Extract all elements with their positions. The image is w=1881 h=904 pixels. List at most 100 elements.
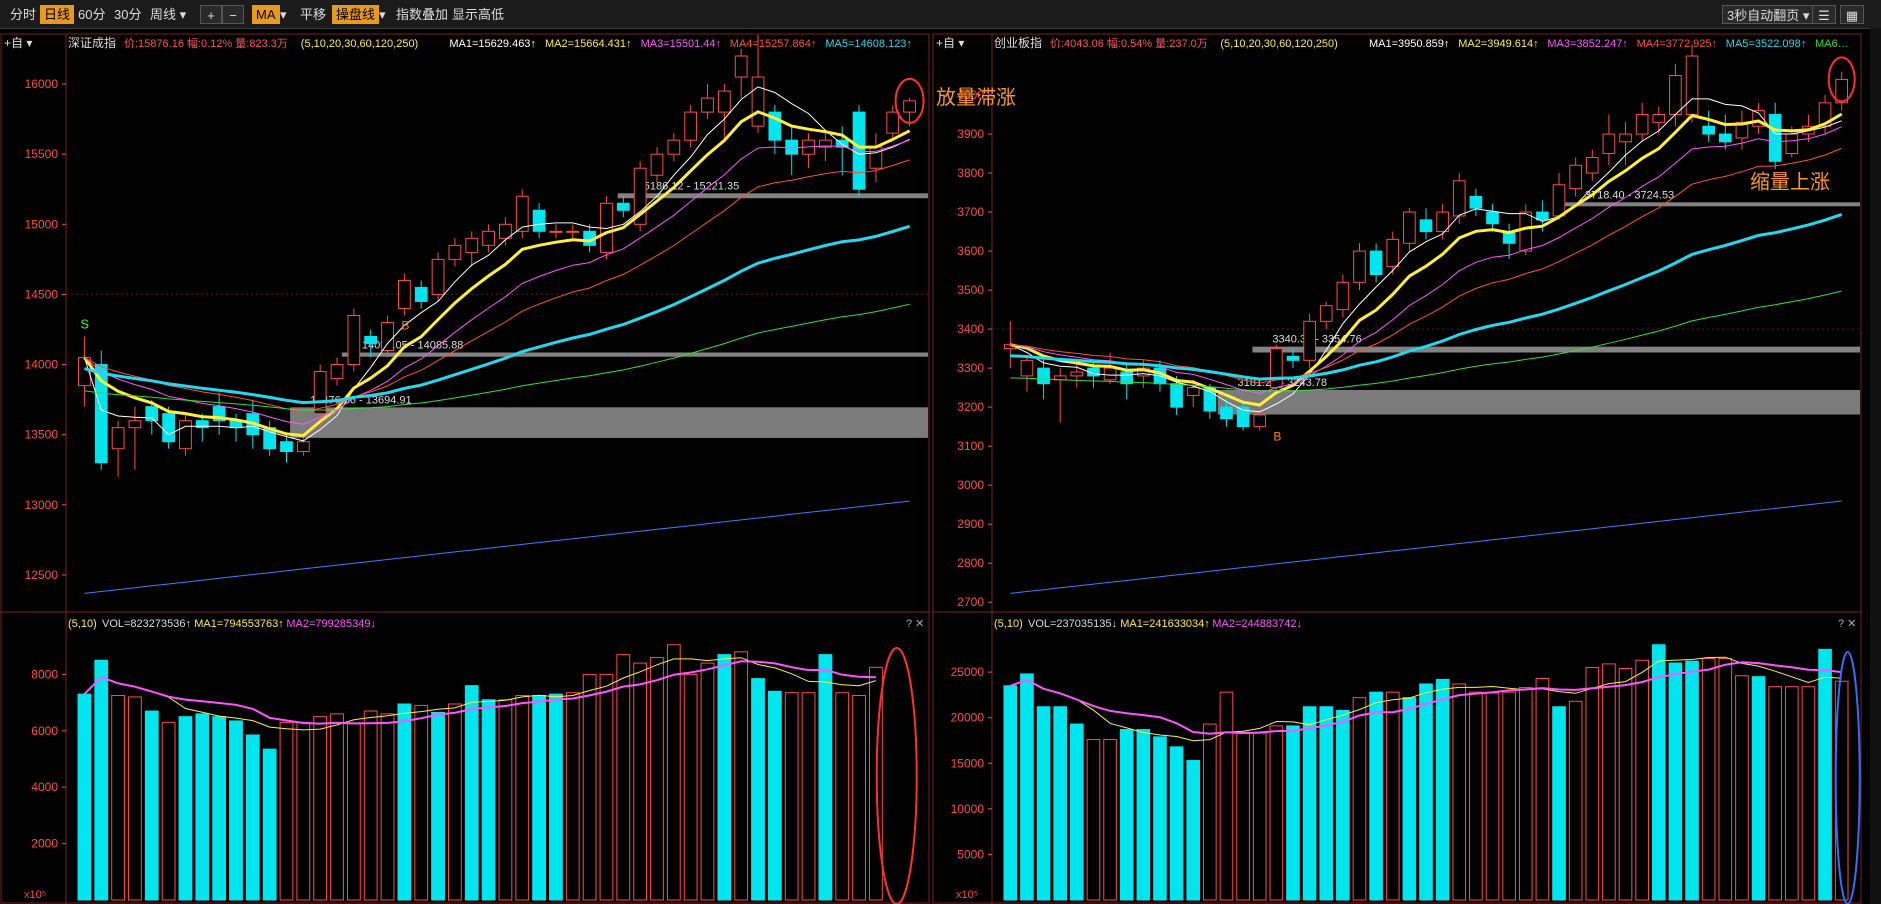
- volume-bar: [1635, 659, 1649, 901]
- chevron-down-icon[interactable]: ▾: [276, 5, 291, 24]
- show-high-low-button[interactable]: 显示高低: [448, 5, 508, 24]
- tab-30min[interactable]: 30分: [110, 5, 145, 24]
- ma-value-3: MA3=3852.247↑: [1547, 38, 1627, 50]
- candle: [1702, 125, 1715, 135]
- volume-bar: [262, 748, 277, 901]
- zoom-in-button[interactable]: +: [200, 5, 222, 24]
- volume-bar: [448, 703, 462, 901]
- volume-bar: [1003, 685, 1018, 901]
- vol-value-1: VOL=237035135↓: [1028, 618, 1117, 630]
- candle: [549, 230, 563, 233]
- volume-bar: [1336, 709, 1350, 901]
- candle: [1452, 180, 1466, 217]
- support-zone: [290, 407, 928, 438]
- volume-bar: [1186, 760, 1201, 901]
- volume-bar: [1701, 657, 1716, 901]
- candle: [1652, 114, 1666, 123]
- candle: [1170, 383, 1183, 408]
- candle: [280, 441, 293, 453]
- volume-bar: [1269, 725, 1284, 901]
- index-overlay-button[interactable]: 指数叠加: [392, 5, 452, 24]
- support-zone: [1217, 389, 1860, 415]
- volume-bar: [77, 693, 92, 901]
- ma-value-1: MA1=15629.463↑: [449, 38, 536, 50]
- panel-menu-button[interactable]: +自 ▾: [936, 36, 964, 50]
- chevron-down-icon[interactable]: ▾: [375, 5, 390, 24]
- candle: [1619, 133, 1632, 143]
- volume-bar: [178, 716, 193, 901]
- vol-value-3: MA2=244883742↓: [1212, 618, 1302, 630]
- y-tick-label: 15000: [25, 217, 59, 231]
- vol-params: (5,10): [994, 618, 1023, 630]
- ma-line-5: [84, 224, 911, 405]
- ma-value-5: MA5=3522.098↑: [1726, 38, 1806, 50]
- ma-line-6: [1010, 290, 1842, 392]
- support-zone: [1252, 346, 1860, 353]
- volume-bar: [1768, 686, 1782, 901]
- candle: [684, 111, 698, 141]
- ma-value-2: MA2=15664.431↑: [545, 38, 632, 50]
- grid-icon[interactable]: ▦: [1840, 5, 1864, 24]
- panel-menu-button[interactable]: +自 ▾: [4, 36, 32, 50]
- tab-minute[interactable]: 分时: [6, 5, 40, 24]
- candle: [1718, 133, 1732, 143]
- volume-bar: [1352, 697, 1367, 901]
- volume-bar: [1651, 644, 1666, 901]
- candle: [1286, 355, 1300, 361]
- vol-unit: x10⁵: [24, 889, 46, 901]
- ma-params: (5,10,20,30,60,120,250): [301, 38, 418, 50]
- toolbar: 分时 日线 60分 30分 周线 ▾ + − MA ▾ 平移 操盘线 ▾ 指数叠…: [0, 0, 1881, 29]
- candle: [414, 286, 428, 302]
- price-label: 价:4043.06 幅:0.54% 量:237.0万: [1050, 37, 1208, 50]
- volume-bar: [650, 656, 664, 901]
- tab-weekly[interactable]: 周线 ▾: [146, 5, 190, 24]
- volume-bar: [1552, 706, 1566, 901]
- ma-value-6: MA6…: [1815, 38, 1849, 50]
- volume-bar: [1585, 667, 1600, 901]
- chart-area: +自 ▾ 深证成指 价:15876.16 幅:0.12% 量:823.3万 (5,10…: [0, 28, 1862, 904]
- chart-panel-1: +自 ▾ 深证成指 价:15876.16 幅:0.12% 量:823.3万 (5,10…: [0, 28, 930, 904]
- candle: [616, 202, 630, 211]
- volume-bar: [784, 692, 799, 901]
- zoom-out-button[interactable]: −: [222, 5, 244, 24]
- candle: [566, 230, 580, 233]
- y-tick-label: 2900: [957, 517, 984, 531]
- tab-60min[interactable]: 60分: [74, 5, 109, 24]
- volume-bar: [683, 673, 698, 901]
- volume-bar: [313, 716, 328, 901]
- candle: [1602, 133, 1616, 155]
- auto-page-select[interactable]: 3秒自动翻页 ▾: [1722, 5, 1815, 24]
- candle: [128, 420, 142, 429]
- main-chart-select[interactable]: 操盘线: [332, 5, 380, 24]
- vol-value-1: VOL=823273536↑: [102, 618, 191, 630]
- vol-tick-label: 20000: [951, 711, 985, 725]
- volume-bar: [515, 695, 530, 901]
- volume-bar: [633, 662, 648, 901]
- candle: [162, 413, 176, 443]
- ma-line-7: [1010, 500, 1842, 594]
- volume-bar: [1319, 706, 1334, 901]
- vol-close-icon[interactable]: ? ✕: [906, 618, 924, 630]
- candle: [1386, 238, 1400, 268]
- ma-value-1: MA1=3950.859↑: [1369, 38, 1449, 50]
- candle: [1519, 211, 1533, 252]
- list-icon[interactable]: ☰: [1812, 5, 1836, 24]
- volume-bar: [1402, 697, 1417, 901]
- volume-bar: [1136, 729, 1151, 901]
- candle: [1369, 250, 1383, 275]
- y-tick-label: 14500: [25, 287, 59, 301]
- candle: [111, 427, 125, 450]
- tab-daily[interactable]: 日线: [40, 5, 75, 24]
- pan-button[interactable]: 平移: [296, 5, 330, 24]
- volume-bar: [1618, 667, 1633, 901]
- annotation-text: 缩量上涨: [1750, 171, 1830, 194]
- vol-close-icon[interactable]: ? ✕: [1838, 618, 1856, 630]
- candle: [886, 111, 900, 134]
- volume-bar: [1452, 683, 1467, 901]
- candle: [717, 90, 731, 113]
- volume-bar: [1036, 706, 1051, 901]
- volume-bar: [1086, 739, 1101, 901]
- y-tick-label: 3600: [957, 244, 984, 258]
- candle: [465, 237, 479, 253]
- buy-marker: B: [401, 318, 409, 332]
